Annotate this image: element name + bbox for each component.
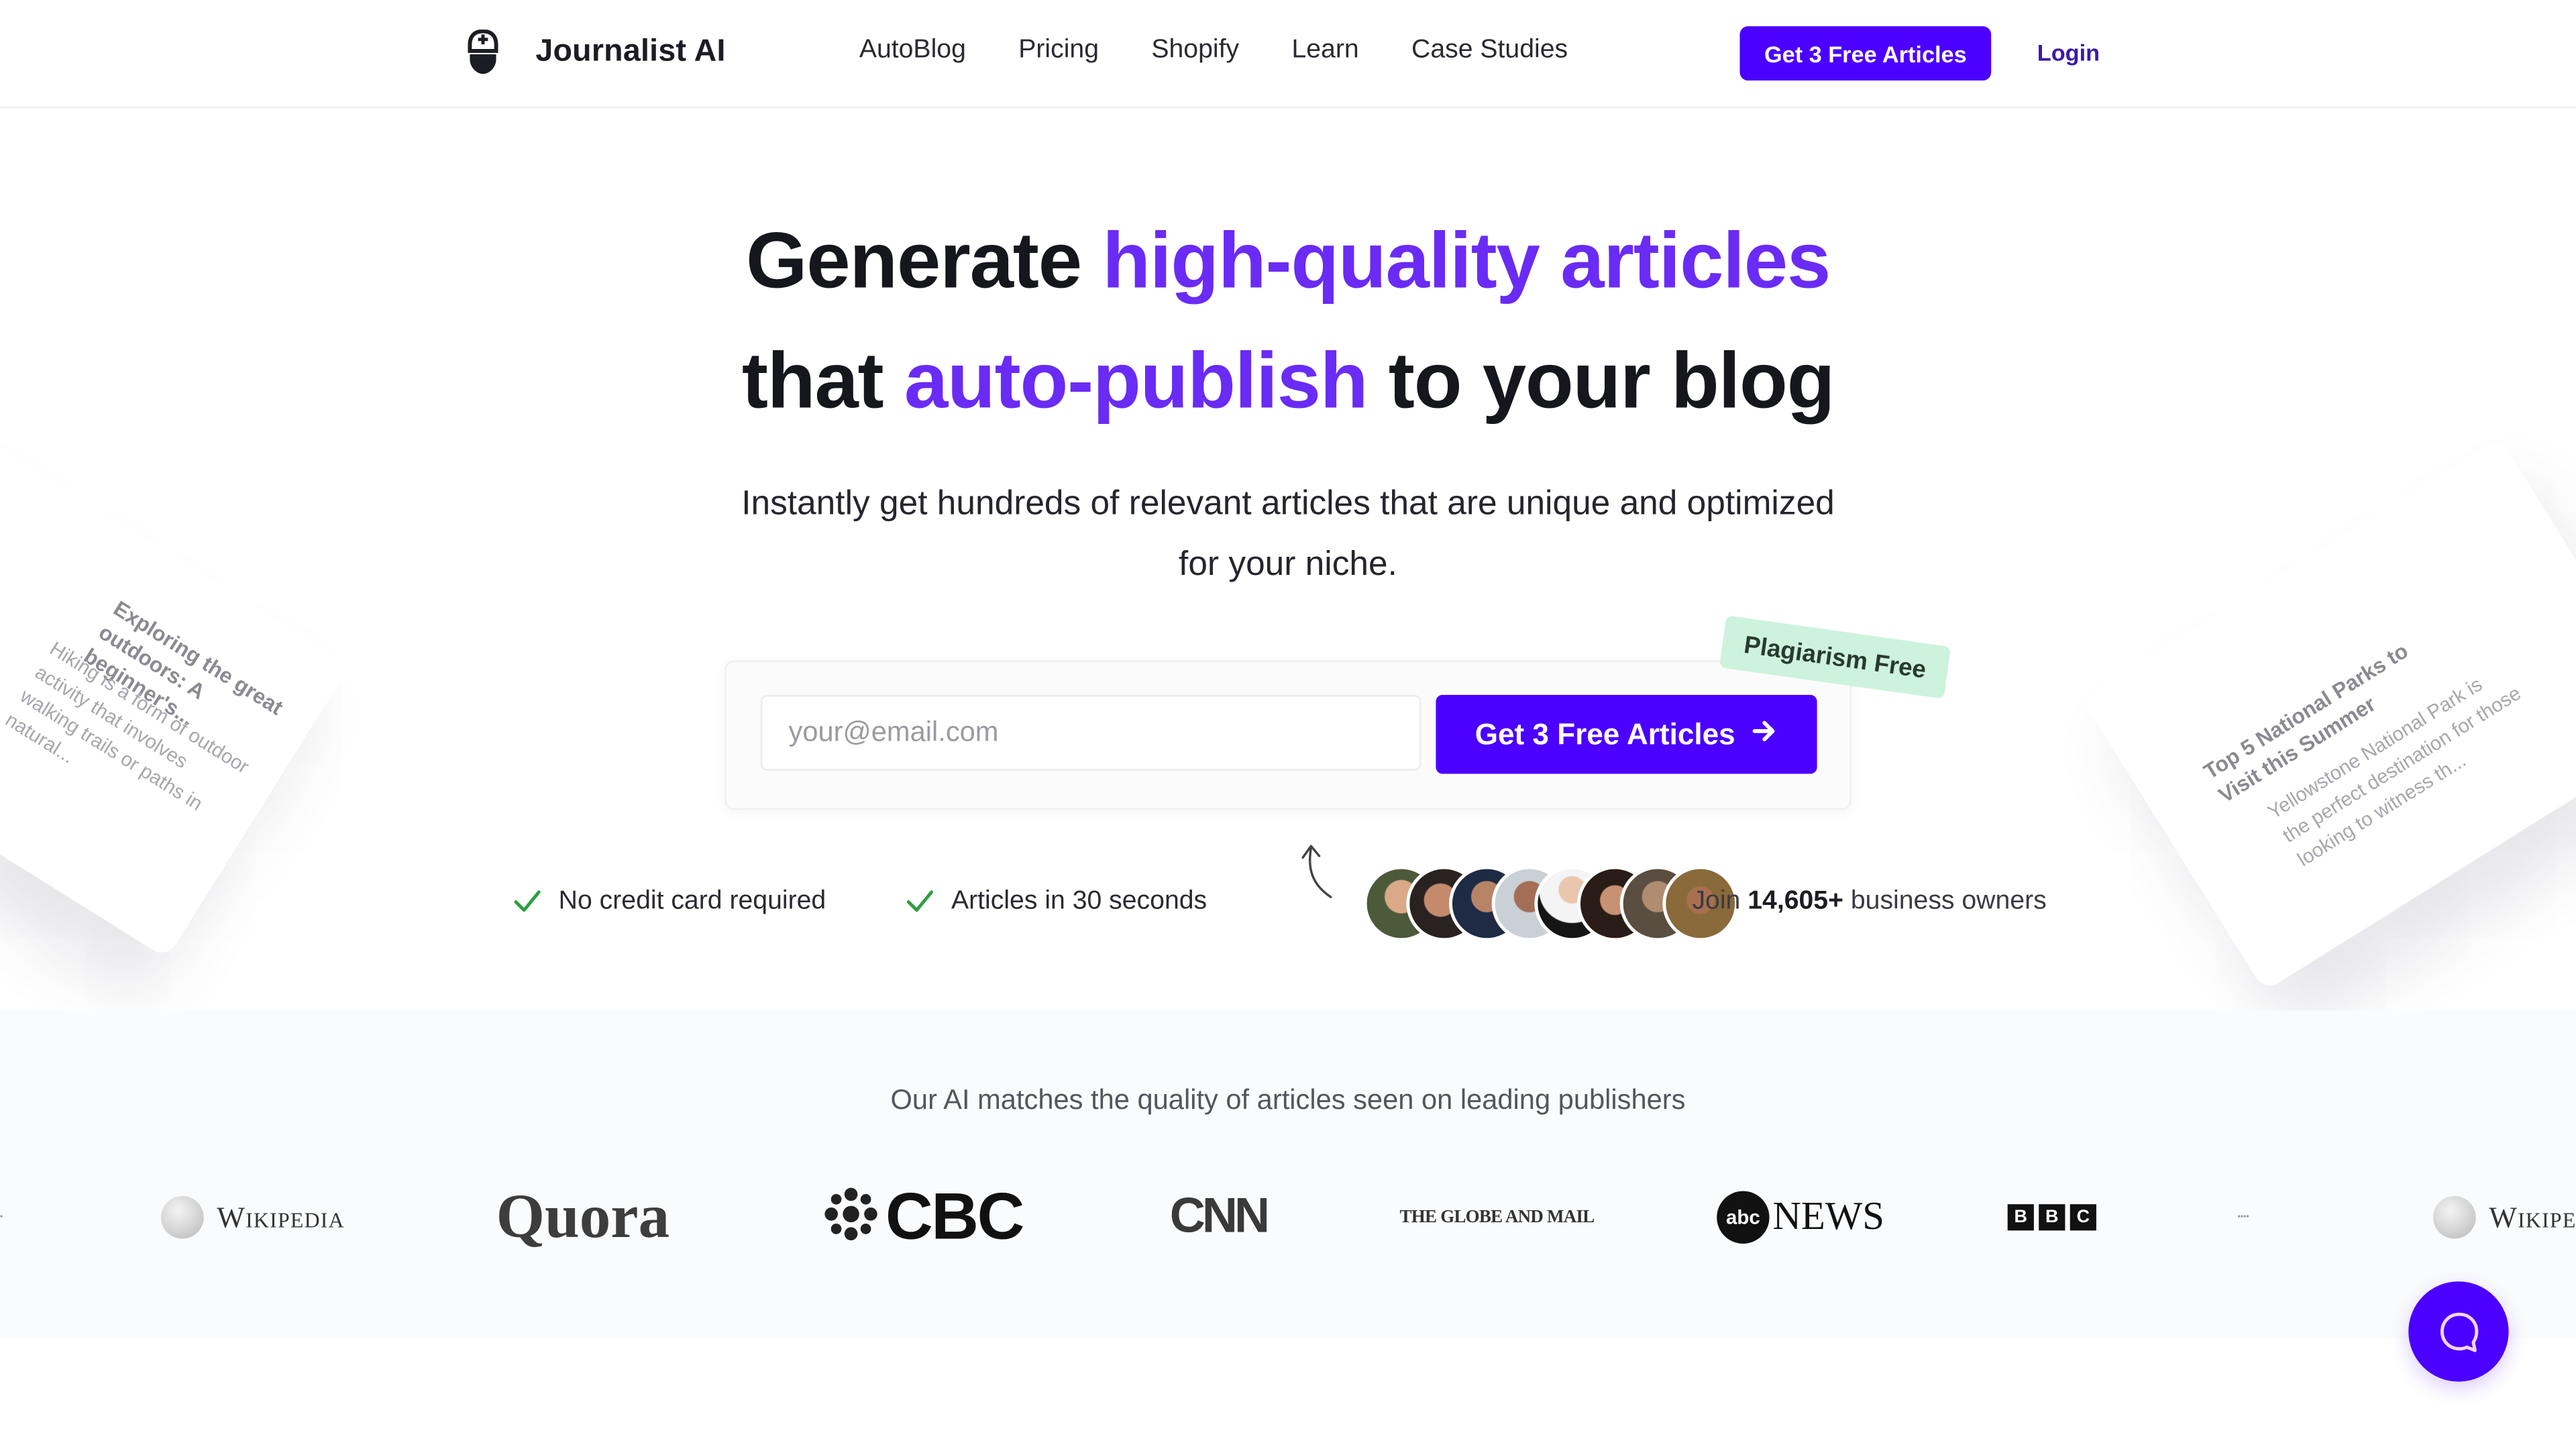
headline-text: Generate — [745, 218, 1103, 306]
check-icon — [514, 890, 541, 912]
hero-headline-line-1: Generate high-quality articles — [0, 217, 2576, 307]
hero-headline-line-2: that auto-publish to your blog — [0, 337, 2576, 427]
social-proof-text: Join 14,605+ business owners — [1692, 887, 2046, 916]
logo-cnn: CNN — [1169, 1189, 1270, 1244]
headline-accent-text: auto-publish — [904, 338, 1368, 426]
cbc-gem-icon — [823, 1185, 879, 1250]
curved-arrow-icon — [1291, 838, 1340, 912]
nav-case-studies[interactable]: Case Studies — [1411, 36, 1568, 66]
chat-bubble-icon — [2439, 1311, 2478, 1352]
logo-globe-and-mail: The Globe and Mail — [1400, 1179, 1595, 1255]
chat-launcher-button[interactable] — [2408, 1281, 2509, 1382]
abc-circle-icon: abc — [1717, 1191, 1770, 1244]
logo-bbc: BBC — [2007, 1179, 2096, 1255]
publisher-logo-partial: ▪ — [0, 1213, 3, 1222]
nav-shopify[interactable]: Shopify — [1151, 36, 1239, 66]
logo-abc-news: abc NEWS — [1717, 1179, 1884, 1255]
logo-wikipedia: Wikipedia — [161, 1179, 345, 1255]
publisher-logo-small: ▪▪▪▪ — [2237, 1213, 2249, 1222]
logo-text: Wikipedia — [217, 1199, 345, 1233]
hero-subtitle: Instantly get hundreds of relevant artic… — [0, 473, 2576, 594]
logo-text: CBC — [885, 1180, 1024, 1253]
perk-label: No credit card required — [558, 887, 826, 916]
logo-cbc: CBC — [823, 1179, 1024, 1255]
perk-no-credit-card: No credit card required — [513, 887, 826, 916]
join-suffix: business owners — [1843, 887, 2047, 916]
publishers-title: Our AI matches the quality of articles s… — [890, 1084, 1686, 1116]
publishers-section — [0, 1010, 2576, 1339]
nav-learn[interactable]: Learn — [1291, 36, 1358, 66]
journalist-mask-icon — [467, 29, 500, 76]
headline-text: that — [741, 338, 904, 426]
brand-name: Journalist AI — [535, 34, 726, 69]
publisher-logos: ▪ Wikipedia Quora CBC CNN The Globe and … — [0, 1179, 2576, 1255]
login-link[interactable]: Login — [2037, 40, 2100, 66]
subtitle-line: for your niche. — [1179, 545, 1397, 584]
page: Journalist AI AutoBlog Pricing Shopify L… — [0, 0, 2576, 1449]
headline-text: to your blog — [1367, 338, 1835, 426]
wikipedia-globe-icon — [2432, 1195, 2476, 1239]
join-prefix: Join — [1692, 887, 1748, 916]
check-icon — [906, 890, 934, 912]
perk-articles-30-seconds: Articles in 30 seconds — [905, 887, 1207, 916]
logo-text: The Globe and Mail — [1399, 1208, 1595, 1228]
logo-quora: Quora — [496, 1183, 670, 1252]
get-free-articles-button[interactable]: Get 3 Free Articles — [1436, 694, 1817, 774]
wikipedia-globe-icon — [161, 1195, 204, 1239]
nav-autoblog[interactable]: AutoBlog — [859, 36, 966, 66]
brand-logo[interactable]: Journalist AI — [467, 29, 726, 76]
perk-label: Articles in 30 seconds — [951, 887, 1208, 916]
subtitle-line: Instantly get hundreds of relevant artic… — [741, 484, 1835, 523]
signup-form: Get 3 Free Articles — [724, 660, 1852, 810]
customer-count: 14,605+ — [1748, 887, 1843, 916]
nav-pricing[interactable]: Pricing — [1018, 36, 1099, 66]
top-nav: Journalist AI AutoBlog Pricing Shopify L… — [0, 0, 2576, 109]
headline-accent-text: high-quality articles — [1102, 218, 1831, 306]
logo-wikipedia: Wikipedia — [2432, 1179, 2576, 1255]
main-nav: AutoBlog Pricing Shopify Learn Case Stud… — [859, 36, 1621, 66]
customer-avatars — [1363, 865, 1739, 942]
email-input[interactable] — [760, 694, 1421, 771]
arrow-right-icon — [1752, 717, 1778, 751]
button-label: Get 3 Free Articles — [1474, 716, 1735, 750]
logo-text: Wikipedia — [2489, 1199, 2576, 1233]
logo-text: NEWS — [1772, 1195, 1885, 1238]
header-get-free-articles-button[interactable]: Get 3 Free Articles — [1739, 26, 1992, 81]
